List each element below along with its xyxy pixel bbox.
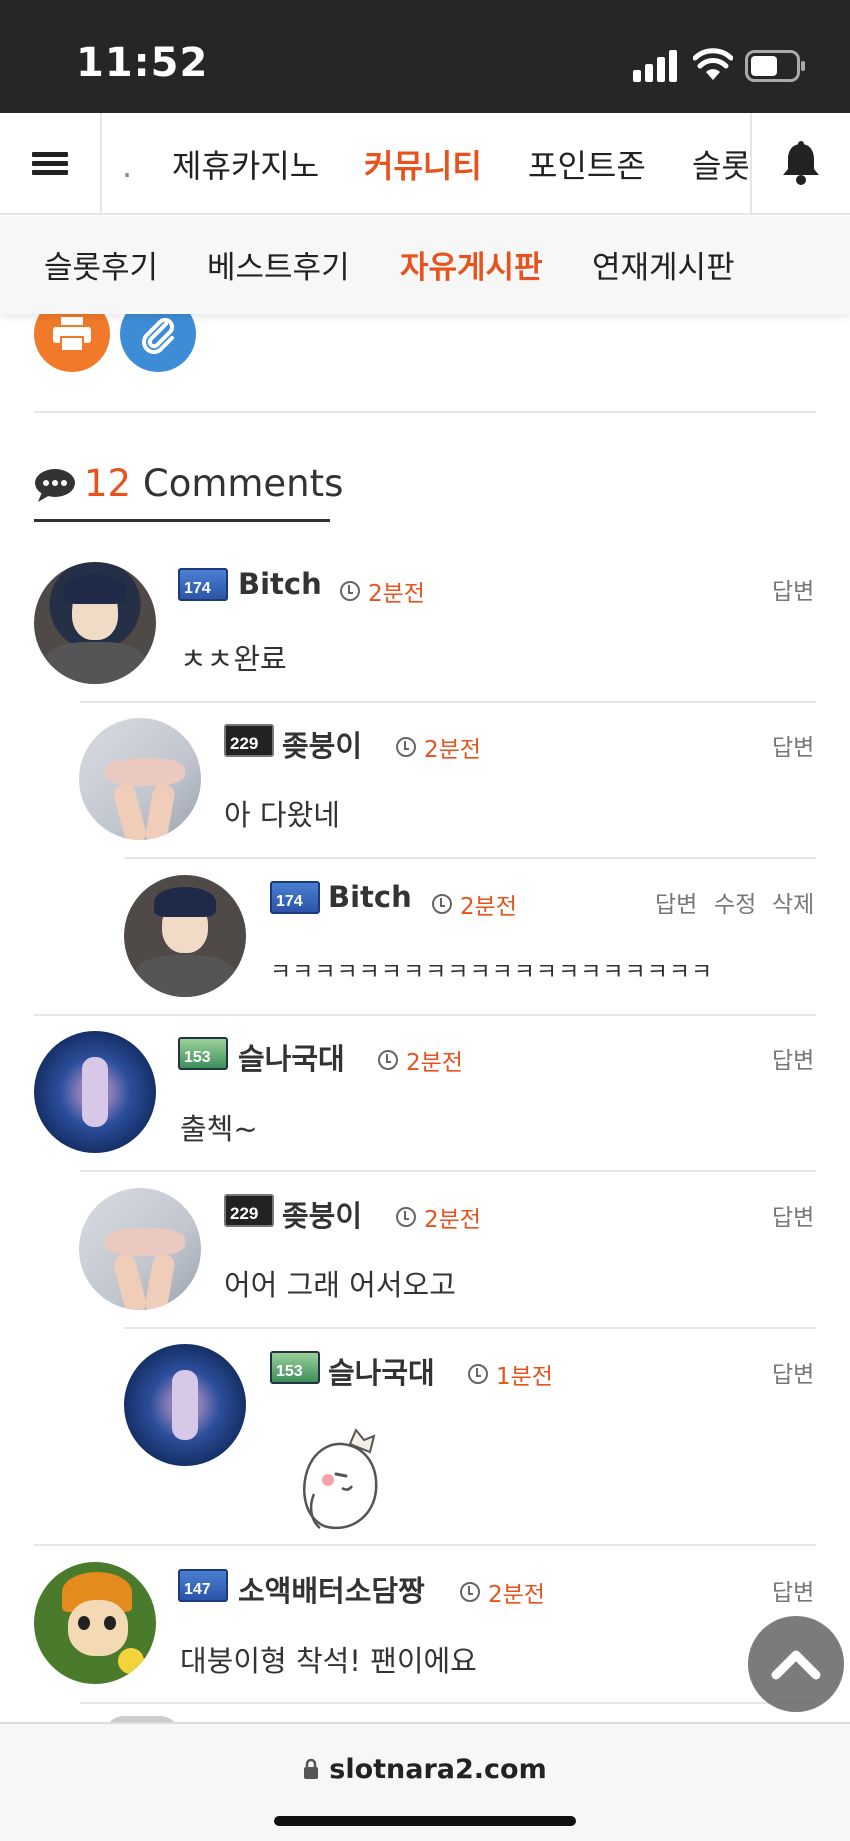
emoticon-sticker-icon <box>303 1428 378 1530</box>
comment-time: 2분전 <box>432 887 517 921</box>
divider <box>80 1702 816 1704</box>
comment-author[interactable]: Bitch <box>238 567 322 601</box>
tab-community[interactable]: 커뮤니티 <box>364 141 482 187</box>
subtab-serial-board[interactable]: 연재게시판 <box>592 242 735 287</box>
cellular-signal-icon <box>633 50 677 82</box>
comment-author[interactable]: 좆붕이 <box>282 1193 362 1235</box>
tab-point-zone[interactable]: 포인트존 <box>528 141 646 187</box>
divider <box>80 1170 816 1172</box>
tab-slot[interactable]: 슬롯 <box>692 141 748 187</box>
divider <box>124 1327 816 1329</box>
reply-button[interactable]: 답변 <box>772 572 814 606</box>
comments-icon <box>35 469 75 502</box>
comment-time: 1분전 <box>468 1357 553 1391</box>
notification-button[interactable] <box>750 113 850 213</box>
comment-author[interactable]: 소액배터소담짱 <box>238 1568 425 1610</box>
divider <box>34 1544 816 1546</box>
wifi-icon <box>693 48 733 80</box>
comment-author[interactable]: 슬나국대 <box>328 1350 435 1392</box>
divider <box>34 411 816 413</box>
reply-button[interactable]: 답변 <box>772 1573 814 1607</box>
subtab-slot-review[interactable]: 슬롯후기 <box>44 242 158 287</box>
menu-button[interactable] <box>0 113 102 213</box>
print-icon <box>53 317 91 351</box>
avatar <box>124 1344 246 1466</box>
comment-author[interactable]: Bitch <box>328 880 412 914</box>
avatar <box>34 1031 156 1153</box>
divider <box>124 857 816 859</box>
clock-icon <box>432 894 452 914</box>
avatar <box>79 718 201 840</box>
reply-button[interactable]: 답변 <box>772 1355 814 1389</box>
comment-text: ㅊㅊ완료 <box>180 642 287 676</box>
reply-button[interactable]: 답변 <box>772 728 814 762</box>
battery-icon <box>745 50 805 82</box>
reply-button[interactable]: 답변 <box>772 1198 814 1232</box>
avatar <box>34 562 156 684</box>
reply-button[interactable]: 답변 <box>655 885 697 919</box>
clock-icon <box>396 737 416 757</box>
bell-icon <box>783 141 819 185</box>
tab-prev[interactable]: . <box>122 147 132 185</box>
top-navigation: . 제휴카지노 커뮤니티 포인트존 슬롯 <box>0 113 850 215</box>
lock-icon <box>304 1758 319 1779</box>
level-badge: 229 <box>224 1194 274 1227</box>
clock-icon <box>378 1050 398 1070</box>
sub-navigation: 슬롯후기 베스트후기 자유게시판 연재게시판 <box>0 216 850 314</box>
avatar <box>124 875 246 997</box>
avatar <box>79 1188 201 1310</box>
menu-icon <box>32 148 68 179</box>
divider <box>80 701 816 703</box>
tab-partner-casino[interactable]: 제휴카지노 <box>172 141 319 187</box>
comments-label: Comments <box>142 462 344 505</box>
comment-time: 2분전 <box>460 1575 545 1609</box>
comment-time: 2분전 <box>340 574 425 608</box>
chevron-up-icon <box>771 1650 821 1680</box>
scroll-top-button[interactable] <box>748 1616 844 1712</box>
delete-button[interactable]: 삭제 <box>772 885 814 919</box>
status-bar: 11:52 <box>0 0 850 113</box>
nav-tabs: . 제휴카지노 커뮤니티 포인트존 슬롯 <box>104 113 748 213</box>
comment-text: 아 다왔네 <box>224 798 340 832</box>
clock-icon <box>468 1364 488 1384</box>
level-badge: 229 <box>224 724 274 757</box>
edit-button[interactable]: 수정 <box>714 885 756 919</box>
reply-button[interactable]: 답변 <box>772 1041 814 1075</box>
comment-text: 대붕이형 착석! 팬이에요 <box>180 1644 477 1678</box>
subtab-best-review[interactable]: 베스트후기 <box>207 242 350 287</box>
level-badge: 153 <box>178 1037 228 1070</box>
comment-time: 2분전 <box>396 1200 481 1234</box>
level-badge: 174 <box>178 568 228 601</box>
comment-time: 2분전 <box>378 1043 463 1077</box>
browser-url-bar[interactable]: slotnara2.com <box>0 1722 850 1841</box>
level-badge: 174 <box>270 881 320 914</box>
subtab-free-board[interactable]: 자유게시판 <box>400 242 543 287</box>
comment-time: 2분전 <box>396 730 481 764</box>
level-badge: 153 <box>270 1351 320 1384</box>
divider <box>34 1014 816 1016</box>
clock-icon <box>396 1207 416 1227</box>
comments-header: 12 Comments <box>34 454 343 522</box>
avatar <box>34 1562 156 1684</box>
level-badge: 147 <box>178 1569 228 1602</box>
clock-icon <box>460 1582 480 1602</box>
comment-text: 출첵~ <box>180 1112 258 1146</box>
status-time: 11:52 <box>76 40 209 86</box>
comment-author[interactable]: 슬나국대 <box>238 1036 345 1078</box>
comment-text: ㅋㅋㅋㅋㅋㅋㅋㅋㅋㅋㅋㅋㅋㅋㅋㅋㅋㅋㅋㅋ <box>270 959 714 985</box>
home-indicator <box>274 1816 576 1826</box>
comment-text: 어어 그래 어서오고 <box>224 1268 456 1302</box>
clock-icon <box>340 581 360 601</box>
url-text[interactable]: slotnara2.com <box>0 1754 850 1785</box>
comment-count: 12 <box>84 462 132 505</box>
comment-author[interactable]: 좆붕이 <box>282 723 362 765</box>
paperclip-icon <box>142 317 175 354</box>
